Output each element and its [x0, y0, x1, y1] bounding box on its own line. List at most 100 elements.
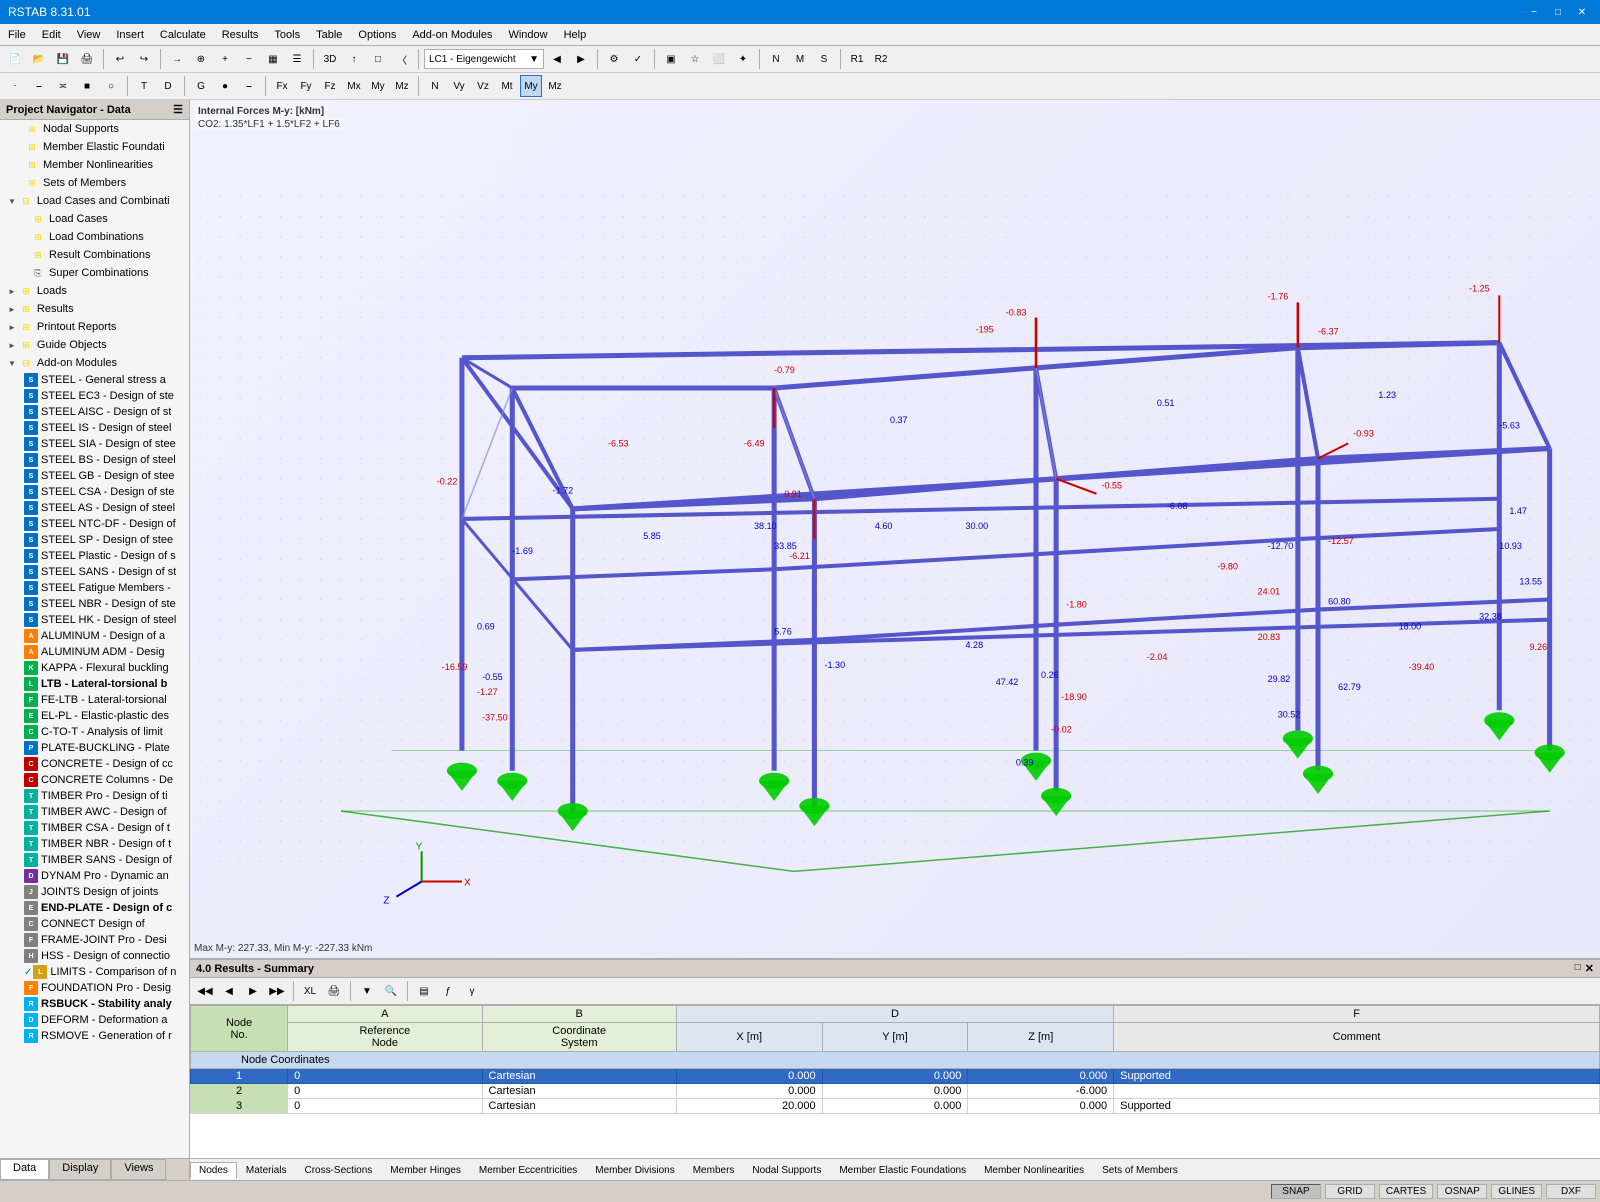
tb-zoom-all[interactable]: ⊕	[190, 48, 212, 70]
menu-addon-modules[interactable]: Add-on Modules	[404, 24, 500, 45]
tree-rsbuck[interactable]: R RSBUCK - Stability analy	[0, 996, 189, 1012]
menu-calculate[interactable]: Calculate	[152, 24, 214, 45]
tree-results[interactable]: ► ⊞ Results	[0, 300, 189, 318]
tb-moment-z[interactable]: Mz	[391, 75, 413, 97]
menu-tools[interactable]: Tools	[266, 24, 308, 45]
tb-node[interactable]: N	[765, 48, 787, 70]
status-grid[interactable]: GRID	[1325, 1184, 1375, 1199]
tree-rsmove[interactable]: R RSMOVE - Generation of r	[0, 1028, 189, 1044]
menu-options[interactable]: Options	[350, 24, 404, 45]
tb-snap-line[interactable]: ⎯	[238, 75, 260, 97]
panel-close-button[interactable]: ☰	[173, 103, 183, 116]
tree-steel-aisc[interactable]: S STEEL AISC - Design of st	[0, 404, 189, 420]
tb-zoom-in[interactable]: +	[214, 48, 236, 70]
results-tb-filter[interactable]: ▼	[356, 980, 378, 1002]
tb-draw-rect[interactable]: ■	[76, 75, 98, 97]
tree-end-plate[interactable]: E END-PLATE - Design of c	[0, 900, 189, 916]
menu-results[interactable]: Results	[214, 24, 267, 45]
panel-tab-views[interactable]: Views	[111, 1159, 166, 1180]
tree-member-elastic[interactable]: ⊞ Member Elastic Foundati	[0, 138, 189, 156]
btab-member-elastic-foundations[interactable]: Member Elastic Foundations	[830, 1162, 975, 1178]
tb-redo[interactable]: ↪	[133, 48, 155, 70]
results-tb-formula[interactable]: ƒ	[437, 980, 459, 1002]
tb-next[interactable]: ▶	[570, 48, 592, 70]
tree-concrete-columns[interactable]: C CONCRETE Columns - De	[0, 772, 189, 788]
tree-steel-sans[interactable]: S STEEL SANS - Design of st	[0, 564, 189, 580]
tb-save[interactable]: 💾	[52, 48, 74, 70]
view-3d[interactable]: Internal Forces M-y: [kNm] CO2: 1.35*LF1…	[190, 100, 1600, 958]
menu-edit[interactable]: Edit	[34, 24, 69, 45]
tree-steel-plastic[interactable]: S STEEL Plastic - Design of s	[0, 548, 189, 564]
tree-steel-fatigue[interactable]: S STEEL Fatigue Members -	[0, 580, 189, 596]
status-glines[interactable]: GLINES	[1491, 1184, 1542, 1199]
tb-vz[interactable]: Vz	[472, 75, 494, 97]
tb-top-view[interactable]: ↑	[343, 48, 365, 70]
status-dxf[interactable]: DXF	[1546, 1184, 1596, 1199]
results-tb-excel[interactable]: XL	[299, 980, 321, 1002]
tree-ltb[interactable]: L LTB - Lateral-torsional b	[0, 676, 189, 692]
tree-hss[interactable]: H HSS - Design of connectio	[0, 948, 189, 964]
tb-results-2[interactable]: R2	[870, 48, 892, 70]
tb-dimension[interactable]: D	[157, 75, 179, 97]
results-table-area[interactable]: NodeNo. A B D F ReferenceNode Coordinate…	[190, 1005, 1600, 1158]
tree-steel-hk[interactable]: S STEEL HK - Design of steel	[0, 612, 189, 628]
btab-member-nonlinearities[interactable]: Member Nonlinearities	[975, 1162, 1093, 1178]
tb-results-1[interactable]: R1	[846, 48, 868, 70]
tb-zoom-out[interactable]: −	[238, 48, 260, 70]
tb-text[interactable]: T	[133, 75, 155, 97]
tb-side-view[interactable]: 〈	[391, 48, 413, 70]
tree-load-cases[interactable]: ⊞ Load Cases	[0, 210, 189, 228]
tb-vy[interactable]: Vy	[448, 75, 470, 97]
tb-draw-line[interactable]: ⎯	[28, 75, 50, 97]
tb-force-x[interactable]: Fx	[271, 75, 293, 97]
table-row[interactable]: 1 0 Cartesian 0.000 0.000 0.000 Supporte…	[191, 1069, 1600, 1084]
tree-deform[interactable]: D DEFORM - Deformation a	[0, 1012, 189, 1028]
panel-tab-data[interactable]: Data	[0, 1159, 49, 1180]
tree-member-nonlinear[interactable]: ⊞ Member Nonlinearities	[0, 156, 189, 174]
tree-super-combinations[interactable]: ⎘ Super Combinations	[0, 264, 189, 282]
tb-draw-arc[interactable]: ≍	[52, 75, 74, 97]
tb-force-z[interactable]: Fz	[319, 75, 341, 97]
tree-loads[interactable]: ► ⊞ Loads	[0, 282, 189, 300]
results-tb-last[interactable]: ▶▶	[266, 980, 288, 1002]
results-tb-print[interactable]: 🖨	[323, 980, 345, 1002]
btab-member-hinges[interactable]: Member Hinges	[381, 1162, 470, 1178]
table-row[interactable]: 3 0 Cartesian 20.000 0.000 0.000 Support…	[191, 1099, 1600, 1114]
results-tb-info[interactable]: γ	[461, 980, 483, 1002]
btab-nodes[interactable]: Nodes	[190, 1162, 237, 1179]
btab-members[interactable]: Members	[684, 1162, 744, 1178]
tree-foundation-pro[interactable]: F FOUNDATION Pro - Desig	[0, 980, 189, 996]
menu-table[interactable]: Table	[308, 24, 350, 45]
tree-steel-bs[interactable]: S STEEL BS - Design of steel	[0, 452, 189, 468]
tb-moment-x[interactable]: Mx	[343, 75, 365, 97]
tree-steel-ntcdf[interactable]: S STEEL NTC-DF - Design of	[0, 516, 189, 532]
tree-load-cases-comb[interactable]: ▼ ⊟ Load Cases and Combinati	[0, 192, 189, 210]
tb-moment-y[interactable]: My	[367, 75, 389, 97]
tree-load-combinations[interactable]: ⊞ Load Combinations	[0, 228, 189, 246]
tree-guide-objects[interactable]: ► ⊞ Guide Objects	[0, 336, 189, 354]
tb-render[interactable]: ▣	[660, 48, 682, 70]
tb-wire[interactable]: ☆	[684, 48, 706, 70]
tb-prev[interactable]: ◀	[546, 48, 568, 70]
tree-timber-pro[interactable]: T TIMBER Pro - Design of ti	[0, 788, 189, 804]
tree-el-pl[interactable]: E EL-PL - Elastic-plastic des	[0, 708, 189, 724]
results-float-button[interactable]: □	[1575, 962, 1581, 975]
results-tb-next[interactable]: ▶	[242, 980, 264, 1002]
lc-dropdown[interactable]: LC1 - Eigengewicht ▼	[424, 49, 544, 69]
tb-open[interactable]: 📂	[28, 48, 50, 70]
results-close-button[interactable]: ✕	[1585, 962, 1594, 975]
btab-nodal-supports[interactable]: Nodal Supports	[743, 1162, 830, 1178]
results-tb-search[interactable]: 🔍	[380, 980, 402, 1002]
tree-steel-csa[interactable]: S STEEL CSA - Design of ste	[0, 484, 189, 500]
tree-steel-gb[interactable]: S STEEL GB - Design of stee	[0, 468, 189, 484]
maximize-button[interactable]: □	[1548, 4, 1568, 20]
tb-force-y[interactable]: Fy	[295, 75, 317, 97]
tb-check[interactable]: ✓	[627, 48, 649, 70]
minimize-button[interactable]: −	[1524, 4, 1544, 20]
tree-nodal-supports[interactable]: ⊞ Nodal Supports	[0, 120, 189, 138]
tree-fe-ltb[interactable]: F FE-LTB - Lateral-torsional	[0, 692, 189, 708]
tb-3d-view[interactable]: 3D	[319, 48, 341, 70]
tree-timber-awc[interactable]: T TIMBER AWC - Design of	[0, 804, 189, 820]
tb-front-view[interactable]: □	[367, 48, 389, 70]
tb-pan[interactable]: ☰	[286, 48, 308, 70]
